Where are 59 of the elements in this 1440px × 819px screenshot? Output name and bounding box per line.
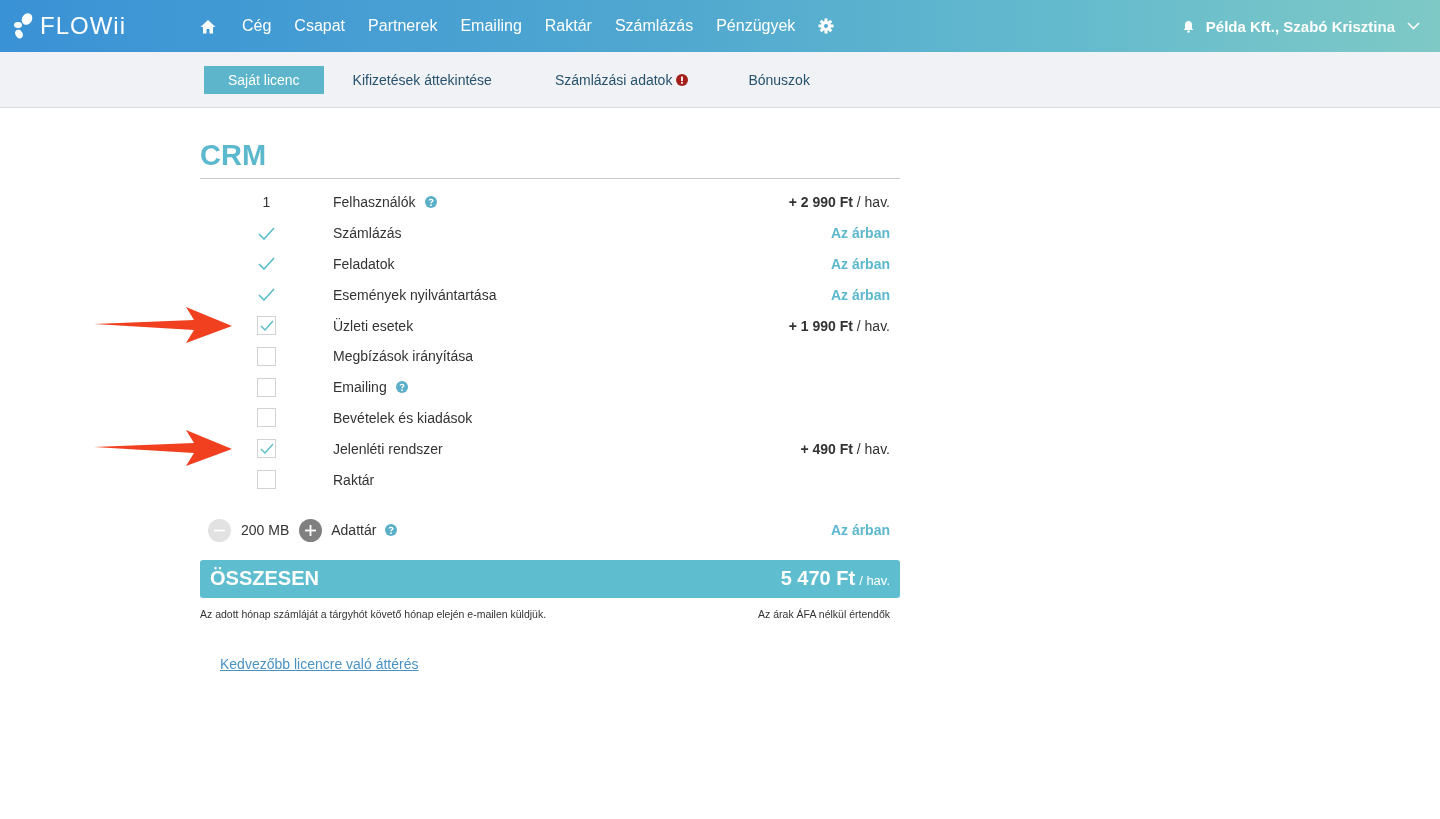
droplets-icon (12, 13, 34, 39)
checkbox[interactable] (257, 346, 276, 366)
feature-label: Megbízások irányítása (333, 348, 474, 365)
included-note: Az árban (830, 256, 890, 272)
tab[interactable]: Saját licenc (204, 65, 324, 94)
nav-link[interactable]: Számlázás (614, 17, 694, 35)
nav-link[interactable]: Pénzügyek (716, 17, 796, 35)
feature-label: Számlázás (333, 225, 402, 242)
nav-link[interactable]: Partnerek (368, 17, 438, 35)
feature-label: Emailing (333, 379, 387, 396)
feature-price: + 1 990 Ft / hav. (788, 317, 890, 334)
logo-text: FLOWii (40, 12, 126, 40)
tab[interactable]: Bónuszok (748, 65, 810, 94)
check-icon (258, 226, 275, 240)
storage-label: Adattár (331, 522, 377, 539)
total-unit: / hav. (859, 572, 890, 589)
tab[interactable]: Számlázási adatok (554, 65, 689, 94)
help-icon[interactable] (424, 196, 437, 209)
logo[interactable]: FLOWii (12, 12, 200, 40)
feature-label: Felhasználók (333, 194, 416, 211)
feature-price: + 2 990 Ft / hav. (788, 194, 890, 211)
help-icon[interactable] (385, 524, 398, 537)
feature-label: Raktár (333, 471, 375, 488)
included-note: Az árban (830, 225, 890, 242)
checkbox[interactable] (257, 408, 276, 428)
feature-label: Feladatok (333, 256, 395, 272)
storage-amount: 200 MB (241, 522, 290, 539)
checkbox[interactable] (257, 316, 276, 336)
plus-icon[interactable] (299, 518, 323, 542)
home-icon[interactable] (200, 18, 216, 34)
check-icon (258, 257, 275, 271)
billing-note: Az adott hónap számláját a tárgyhót követő hónap elején e-mailen küldjük. (200, 607, 547, 620)
user-count: 1 (262, 194, 271, 211)
nav-link[interactable]: Csapat (294, 17, 346, 35)
nav-link[interactable]: Emailing (460, 17, 522, 35)
included-note: Az árban (830, 286, 890, 303)
section-title: CRM (200, 138, 900, 179)
feature-label: Bevételek és kiadások (333, 409, 473, 426)
account-menu[interactable]: Példa Kft., Szabó Krisztina (1205, 17, 1395, 35)
nav-link[interactable]: Raktár (544, 17, 592, 35)
checkbox[interactable] (257, 439, 276, 459)
nav-link[interactable]: Cég (242, 17, 272, 35)
tab[interactable]: Kifizetések áttekintése (352, 65, 492, 94)
total-label: ÖSSZESEN (210, 567, 319, 591)
feature-label: Jelenléti rendszer (333, 440, 443, 457)
feature-label: Események nyilvántartása (333, 286, 497, 303)
bell-icon[interactable] (1182, 19, 1194, 33)
settings-icon[interactable] (818, 18, 835, 34)
feature-price: + 490 Ft / hav. (800, 440, 890, 457)
included-note: Az árban (830, 522, 890, 539)
help-icon[interactable] (395, 381, 408, 394)
vat-note: Az árak ÁFA nélkül értendők (758, 607, 890, 620)
chevron-down-icon[interactable] (1407, 22, 1420, 30)
check-icon (258, 288, 275, 302)
checkbox[interactable] (257, 470, 276, 490)
total-amount: 5 470 Ft (780, 567, 856, 591)
switch-license-link[interactable]: Kedvezőbb licencre való áttérés (220, 655, 419, 672)
feature-label: Üzleti esetek (333, 317, 414, 334)
checkbox[interactable] (257, 377, 276, 397)
